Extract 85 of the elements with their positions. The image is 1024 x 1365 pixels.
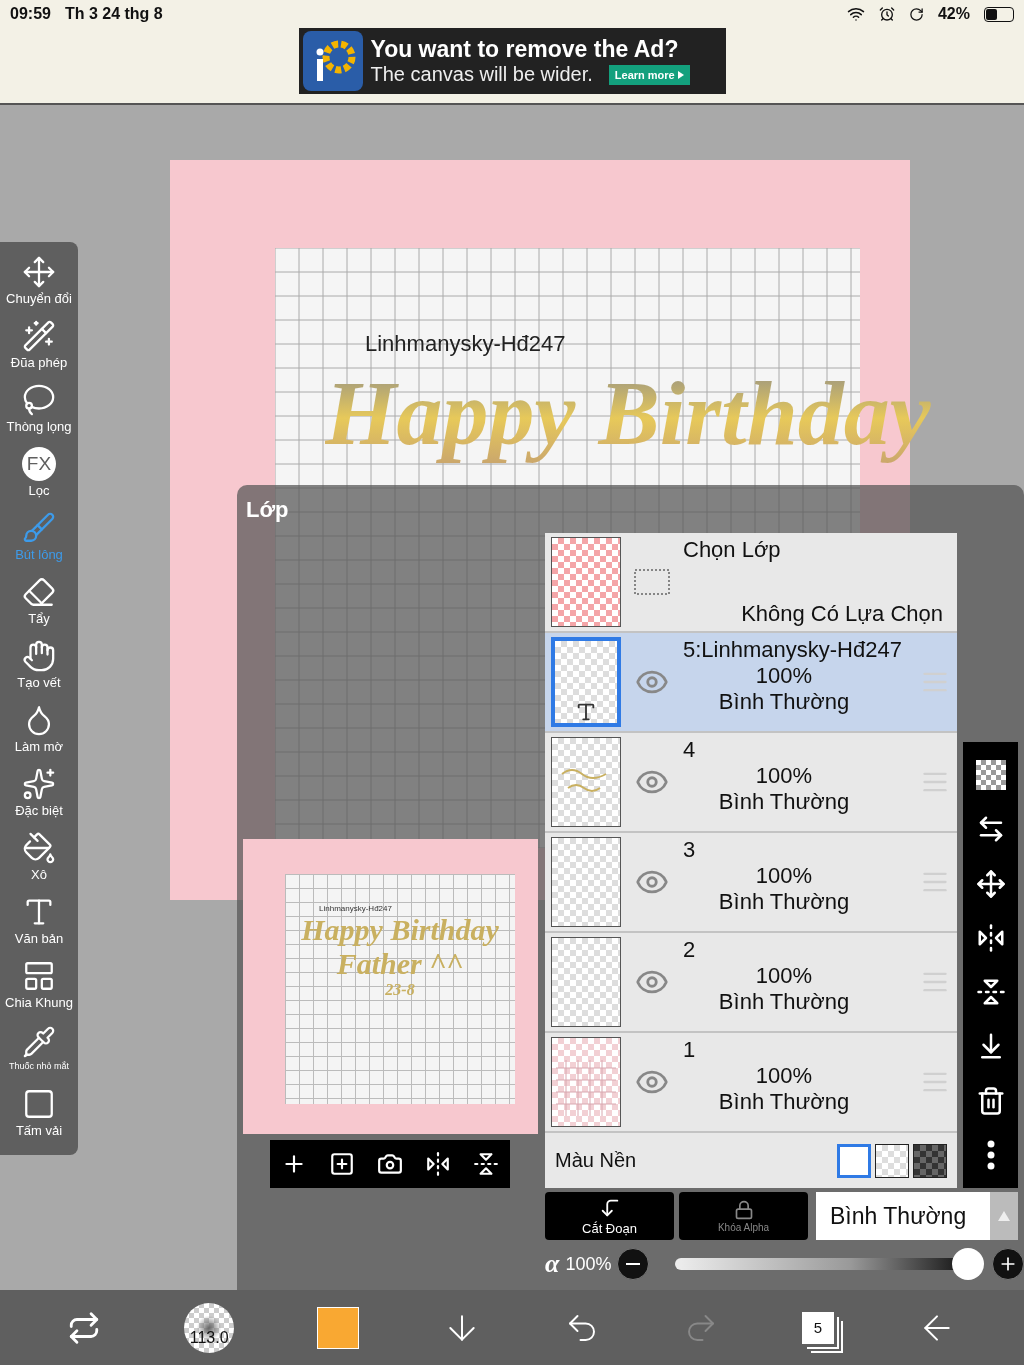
- tool-button[interactable]: Đặc biệt: [0, 760, 78, 824]
- more-icon: [986, 1139, 995, 1170]
- selection-title: Chọn Lớp: [683, 537, 782, 563]
- app-logo: [302, 31, 363, 91]
- lasso-icon: [22, 382, 56, 417]
- background-swatch[interactable]: [837, 1143, 871, 1178]
- layer-blend-mode: Bình Thường: [717, 689, 851, 715]
- layer-row[interactable]: 5:Linhmanysky-Hđ247 100% Bình Thường: [545, 633, 957, 733]
- alarm-icon: [878, 6, 895, 22]
- decrease-button[interactable]: [617, 1248, 650, 1280]
- background-swatch[interactable]: [913, 1143, 947, 1178]
- layer-opacity: 100%: [754, 1063, 814, 1089]
- move-button[interactable]: [975, 868, 1006, 899]
- alpha-symbol: α: [545, 1249, 560, 1279]
- tool-button[interactable]: Thòng lọng: [0, 376, 78, 440]
- background-color-label: Màu Nền: [555, 1149, 638, 1172]
- blend-mode-dropdown[interactable]: Bình Thường: [816, 1192, 1018, 1240]
- layer-opacity: 100%: [754, 863, 814, 889]
- move-icon: [22, 254, 56, 289]
- tool-button[interactable]: Chuyển đổi: [0, 248, 78, 312]
- flip-horizontal-button[interactable]: [425, 1151, 451, 1177]
- layer-name: 1: [683, 1037, 697, 1063]
- opacity-reading: 100%: [565, 1253, 612, 1275]
- selection-icon: [634, 569, 670, 595]
- tool-button[interactable]: Tấm vải: [0, 1080, 78, 1144]
- layer-name: 5:Linhmanysky-Hđ247: [683, 637, 903, 663]
- canvas-caption: Linhmanysky-Hđ247: [365, 331, 566, 357]
- filter-icon: FX: [22, 446, 56, 481]
- color-swatch[interactable]: [316, 1306, 359, 1349]
- layer-name: 3: [683, 837, 697, 863]
- preview-date: 23-8: [385, 981, 415, 999]
- brush-icon: [22, 510, 56, 545]
- wifi-icon: [846, 5, 865, 23]
- layer-opacity: 100%: [754, 663, 814, 689]
- panel-title: Lớp: [245, 496, 290, 524]
- layer-blend-mode: Bình Thường: [717, 789, 851, 815]
- preview-subtitle: Father ^^: [336, 947, 464, 981]
- preview-caption: Linhmanysky-Hđ247: [319, 904, 392, 913]
- layer-name: 4: [683, 737, 697, 763]
- minus-icon: [626, 1263, 641, 1265]
- tool-button[interactable]: Đũa phép: [0, 312, 78, 376]
- layer-blend-mode: Bình Thường: [717, 1089, 851, 1115]
- clipping-button[interactable]: Cắt Đoạn: [545, 1192, 674, 1240]
- layer-blend-mode: Bình Thường: [717, 889, 851, 915]
- bucket-icon: [22, 830, 56, 865]
- tool-button[interactable]: Xô: [0, 824, 78, 888]
- tool-button[interactable]: FX Lọc: [0, 440, 78, 504]
- status-time: 09:59: [10, 5, 51, 23]
- more-button[interactable]: [986, 1139, 995, 1170]
- ad-subtitle: The canvas will be wider.: [370, 63, 593, 86]
- grid-drawing: [556, 1060, 616, 1116]
- flip-vertical-button[interactable]: [975, 977, 1006, 1008]
- selection-status: Không Có Lựa Chọn: [741, 601, 943, 627]
- checker-icon[interactable]: [975, 760, 1006, 791]
- background-swatch[interactable]: [875, 1143, 909, 1178]
- battery-percent: 42%: [937, 5, 970, 23]
- special-icon: [22, 766, 56, 801]
- battery-icon: [984, 6, 1014, 22]
- layer-opacity: 100%: [754, 963, 814, 989]
- tool-button[interactable]: Tẩy: [0, 568, 78, 632]
- play-icon: [677, 70, 684, 79]
- preview-title: Happy Birthday: [301, 913, 499, 947]
- tool-button[interactable]: Làm mờ: [0, 696, 78, 760]
- lock-icon: [733, 1199, 754, 1220]
- brush-size-button[interactable]: 113.0: [184, 1302, 235, 1353]
- layer-name: 2: [683, 937, 697, 963]
- layer-blend-mode: Bình Thường: [717, 989, 851, 1015]
- caret-icon: [998, 1211, 1010, 1221]
- wand-icon: [22, 318, 56, 353]
- layer-opacity: 100%: [754, 763, 814, 789]
- ad-banner[interactable]: You want to remove the Ad? The canvas will be wider. Learn more: [298, 28, 726, 94]
- ad-title: You want to remove the Ad?: [370, 36, 680, 63]
- learn-more-button[interactable]: Learn more: [608, 64, 690, 85]
- copy-layer-button[interactable]: [329, 1151, 355, 1177]
- tool-button[interactable]: Thuốc nhỏ mắt: [0, 1016, 78, 1080]
- tool-button[interactable]: Văn bản: [0, 888, 78, 952]
- tool-button[interactable]: Chia Khung: [0, 952, 78, 1016]
- text-layer-icon: [575, 701, 597, 723]
- tool-button[interactable]: Tạo vết: [0, 632, 78, 696]
- camera-button[interactable]: [377, 1151, 403, 1177]
- status-date: Th 3 24 thg 8: [64, 5, 163, 23]
- eyedropper-icon: [22, 1025, 56, 1059]
- increase-button[interactable]: [992, 1248, 1024, 1280]
- slider-thumb[interactable]: [952, 1248, 984, 1280]
- flip-vertical-button[interactable]: [473, 1151, 499, 1177]
